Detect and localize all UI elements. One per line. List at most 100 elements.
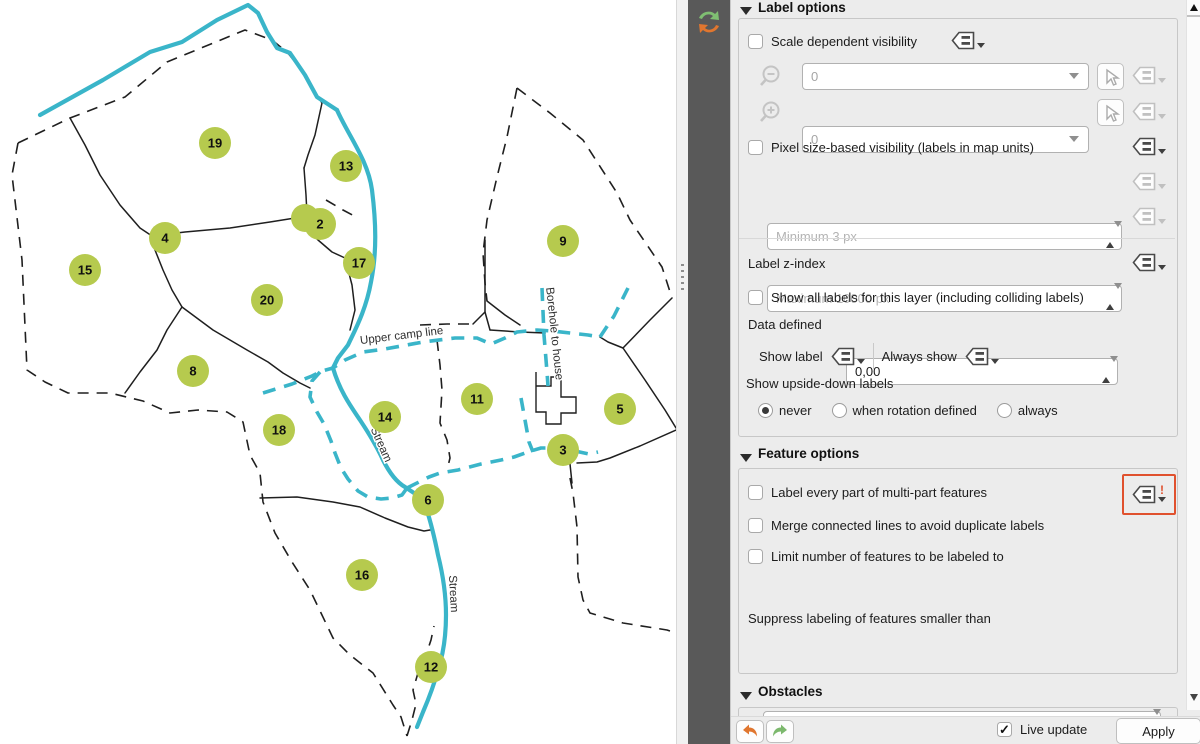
data-defined-separator — [873, 343, 874, 369]
min-scale-override-button[interactable] — [1132, 66, 1166, 85]
map-label-number: 8 — [189, 364, 196, 379]
apply-button[interactable]: Apply — [1116, 718, 1200, 744]
radio-never-label: never — [779, 403, 812, 418]
map-label-number: 12 — [424, 660, 438, 675]
map-label-number: 18 — [272, 423, 286, 438]
feature-options-collapse-icon[interactable] — [740, 449, 752, 464]
map-label-number: 9 — [559, 234, 566, 249]
labeling-settings-panel: Label options Scale dependent visibility… — [730, 0, 1200, 744]
section-title-obstacles: Obstacles — [758, 684, 823, 699]
pipe-dashed-lines — [263, 288, 628, 499]
live-update-checkbox[interactable]: ✓ — [997, 722, 1012, 737]
map-label-number: 4 — [161, 231, 169, 246]
limit-features-row: Limit number of features to be labeled t… — [748, 549, 1004, 564]
override-warning-icon: ! — [1160, 485, 1164, 495]
show-label-label: Show label — [759, 349, 823, 364]
map-label-number: 5 — [616, 402, 623, 417]
map-label-number: 2 — [316, 217, 323, 232]
scale-dependent-override-button[interactable] — [951, 31, 985, 50]
scroll-down-icon[interactable] — [1190, 694, 1198, 701]
multipart-override-button[interactable]: ! — [1132, 485, 1166, 504]
obstacles-collapse-icon[interactable] — [740, 687, 752, 702]
min-scale-combobox[interactable]: 0 — [802, 63, 1089, 90]
radio-when-rotation-defined[interactable] — [832, 403, 847, 418]
multipart-row: Label every part of multi-part features — [748, 485, 987, 500]
map-label-number: 3 — [559, 443, 566, 458]
always-show-label: Always show — [882, 349, 957, 364]
map-label-number: 11 — [470, 392, 484, 407]
radio-always-label: always — [1018, 403, 1058, 418]
min-scale-set-to-canvas-button[interactable] — [1097, 63, 1124, 90]
suppress-label: Suppress labeling of features smaller th… — [748, 611, 991, 626]
show-all-labels-label: Show all labels for this layer (includin… — [771, 290, 1084, 305]
scroll-up-icon[interactable] — [1190, 4, 1198, 11]
show-all-labels-row: Show all labels for this layer (includin… — [748, 290, 1084, 305]
multipart-override-highlight: ! — [1122, 474, 1176, 515]
radio-rotation-label: when rotation defined — [853, 403, 977, 418]
scale-dependent-checkbox[interactable] — [748, 34, 763, 49]
map-label-number: 13 — [339, 159, 353, 174]
map-label-number: 15 — [78, 263, 92, 278]
data-defined-title: Data defined — [748, 317, 822, 332]
stream-lower-label: Stream — [446, 575, 460, 613]
show-label-override-button[interactable] — [831, 347, 865, 366]
scale-dependent-label: Scale dependent visibility — [771, 34, 917, 49]
section-title-label-options: Label options — [758, 0, 846, 15]
boundary-dashed-lines — [12, 30, 676, 736]
min-pixel-spinbox[interactable] — [767, 223, 1122, 250]
max-pixel-override-button[interactable] — [1132, 207, 1166, 226]
limit-features-checkbox[interactable] — [748, 549, 763, 564]
zoom-in-icon — [757, 100, 783, 126]
max-scale-override-button[interactable] — [1132, 102, 1166, 121]
section-title-feature-options: Feature options — [758, 446, 859, 461]
live-update-row: ✓ Live update — [997, 722, 1087, 737]
scale-dependent-row: Scale dependent visibility — [748, 34, 917, 49]
qgis-labeling-window: Upper camp line Borehole to house Stream… — [0, 0, 1200, 744]
map-label-number: 17 — [352, 256, 366, 271]
pixel-size-checkbox[interactable] — [748, 140, 763, 155]
merge-lines-label: Merge connected lines to avoid duplicate… — [771, 518, 1044, 533]
auto-apply-arrows-icon[interactable] — [693, 6, 725, 42]
panel-scrollbar[interactable] — [1186, 0, 1200, 710]
undo-button[interactable] — [736, 720, 764, 743]
z-index-override-button[interactable] — [1132, 253, 1166, 272]
merge-lines-row: Merge connected lines to avoid duplicate… — [748, 518, 1044, 533]
live-update-label: Live update — [1020, 722, 1087, 737]
map-label-number: 19 — [208, 136, 222, 151]
data-defined-row: Show label Always show — [759, 343, 999, 369]
label-options-collapse-icon[interactable] — [740, 2, 752, 17]
radio-never[interactable] — [758, 403, 773, 418]
multipart-label: Label every part of multi-part features — [771, 485, 987, 500]
show-all-labels-checkbox[interactable] — [748, 290, 763, 305]
min-scale-dropdown-arrow[interactable] — [1069, 73, 1079, 79]
pixel-size-override-button[interactable] — [1132, 137, 1166, 156]
splitter-handle[interactable] — [681, 264, 684, 290]
map-label-number: 20 — [260, 293, 274, 308]
radio-always[interactable] — [997, 403, 1012, 418]
parcel-solid-lines — [70, 103, 676, 531]
upside-down-radio-group: never when rotation defined always — [758, 403, 1058, 418]
map-label-number: 14 — [378, 410, 393, 425]
max-scale-dropdown-arrow[interactable] — [1069, 136, 1079, 142]
min-pixel-input[interactable] — [767, 223, 1122, 250]
pixel-size-label: Pixel size-based visibility (labels in m… — [771, 140, 1034, 155]
min-scale-value: 0 — [811, 69, 818, 84]
limit-features-label: Limit number of features to be labeled t… — [771, 549, 1004, 564]
upside-down-title: Show upside-down labels — [746, 376, 893, 391]
map-drawing: Upper camp line Borehole to house Stream… — [0, 0, 676, 744]
side-toolstrip — [688, 0, 730, 744]
zoom-out-icon — [757, 64, 783, 90]
redo-button[interactable] — [766, 720, 794, 743]
min-pixel-override-button[interactable] — [1132, 172, 1166, 191]
upper-camp-line-label: Upper camp line — [359, 325, 444, 347]
always-show-override-button[interactable] — [965, 347, 999, 366]
z-index-label: Label z-index — [748, 256, 825, 271]
stream-lines — [40, 5, 446, 727]
map-label-number: 16 — [355, 568, 369, 583]
obstacles-group — [738, 707, 1178, 716]
max-scale-set-to-canvas-button[interactable] — [1097, 99, 1124, 126]
merge-lines-checkbox[interactable] — [748, 518, 763, 533]
group-divider — [739, 238, 1175, 239]
multipart-checkbox[interactable] — [748, 485, 763, 500]
map-canvas[interactable]: Upper camp line Borehole to house Stream… — [0, 0, 676, 744]
